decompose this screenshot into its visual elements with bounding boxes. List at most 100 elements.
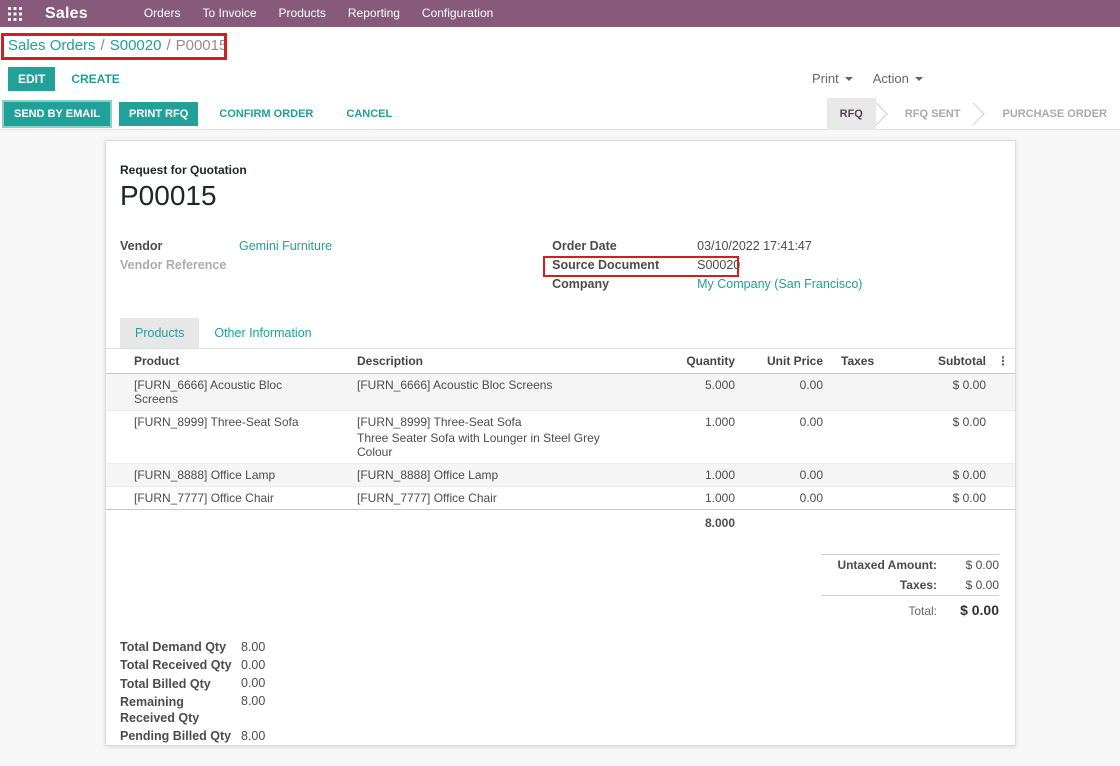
order-date-field: Order Date 03/10/2022 17:41:47 — [552, 239, 999, 258]
print-rfq-button[interactable]: PRINT RFQ — [119, 102, 198, 126]
confirm-order-button[interactable]: CONFIRM ORDER — [207, 102, 325, 126]
document-sheet: Request for Quotation P00015 Vendor Gemi… — [105, 140, 1016, 746]
notebook-tabs: Products Other Information — [106, 318, 1015, 349]
cell-unit-price: 0.00 — [744, 464, 832, 486]
optional-columns-icon[interactable]: ⋮ — [995, 349, 1015, 373]
total-billed-qty-label: Total Billed Qty — [120, 676, 241, 692]
total-received-qty-field: Total Received Qty 0.00 — [120, 657, 426, 673]
table-row[interactable]: [FURN_8888] Office Lamp [FURN_8888] Offi… — [106, 464, 1015, 487]
cell-product: [FURN_8888] Office Lamp — [106, 464, 329, 486]
menu-orders[interactable]: Orders — [133, 0, 192, 27]
company-field: Company My Company (San Francisco) — [552, 277, 999, 296]
company-value[interactable]: My Company (San Francisco) — [697, 277, 862, 291]
remaining-received-qty-value: 8.00 — [241, 694, 265, 709]
stage-rfq-sent[interactable]: RFQ SENT — [892, 98, 974, 130]
caret-down-icon — [915, 77, 923, 81]
header-description: Description — [329, 349, 644, 373]
company-label: Company — [552, 277, 697, 291]
header-product: Product — [106, 349, 329, 373]
cell-product: [FURN_7777] Office Chair — [106, 487, 329, 509]
control-panel: Sales Orders/S00020/P00015 EDIT CREATE P… — [0, 27, 1120, 98]
breadcrumb-sales-orders[interactable]: Sales Orders — [8, 37, 96, 54]
pending-billed-qty-value: 8.00 — [241, 728, 265, 743]
total-demand-qty-value: 8.00 — [241, 639, 265, 654]
stage-arrow-icon — [973, 98, 989, 130]
send-by-email-button[interactable]: SEND BY EMAIL — [4, 102, 110, 126]
cell-unit-price: 0.00 — [744, 487, 832, 509]
totals-block: Untaxed Amount: $ 0.00 Taxes: $ 0.00 Tot… — [821, 554, 999, 621]
table-row[interactable]: [FURN_6666] Acoustic Bloc Screens [FURN_… — [106, 374, 1015, 411]
total-row: Total: $ 0.00 — [821, 595, 999, 621]
breadcrumb-separator: / — [166, 37, 170, 54]
order-date-label: Order Date — [552, 239, 697, 253]
print-menu[interactable]: Print — [812, 71, 853, 86]
cell-description: [FURN_7777] Office Chair — [329, 487, 644, 509]
cell-unit-price: 0.00 — [744, 411, 832, 433]
taxes-label: Taxes: — [900, 578, 937, 592]
tab-other-information[interactable]: Other Information — [199, 318, 326, 348]
cell-description: [FURN_8999] Three-Seat Sofa Three Seater… — [329, 411, 644, 463]
statusbar: SEND BY EMAIL PRINT RFQ CONFIRM ORDER CA… — [0, 98, 1120, 130]
app-name[interactable]: Sales — [45, 5, 88, 23]
print-action-group: Print Action — [812, 71, 923, 86]
menu-to-invoice[interactable]: To Invoice — [192, 0, 268, 27]
cell-product: [FURN_8999] Three-Seat Sofa — [106, 411, 329, 433]
total-billed-qty-field: Total Billed Qty 0.00 — [120, 676, 426, 692]
app-menu: Orders To Invoice Products Reporting Con… — [133, 0, 505, 27]
tab-products[interactable]: Products — [120, 318, 199, 348]
remaining-received-qty-label: Remaining Received Qty — [120, 694, 241, 727]
untaxed-amount-label: Untaxed Amount: — [837, 558, 937, 572]
table-row[interactable]: [FURN_7777] Office Chair [FURN_7777] Off… — [106, 487, 1015, 510]
cell-product: [FURN_6666] Acoustic Bloc Screens — [106, 374, 329, 410]
taxes-value: $ 0.00 — [937, 578, 999, 592]
total-received-qty-label: Total Received Qty — [120, 657, 241, 673]
document-header: Request for Quotation P00015 — [106, 141, 1015, 212]
action-menu[interactable]: Action — [873, 71, 923, 86]
cell-subtotal: $ 0.00 — [890, 374, 995, 396]
pending-billed-qty-label: Pending Billed Qty — [120, 728, 241, 744]
cell-taxes — [832, 411, 890, 419]
cell-quantity: 1.000 — [644, 411, 744, 433]
table-footer-row: 8.000 — [106, 510, 1015, 536]
menu-reporting[interactable]: Reporting — [337, 0, 411, 27]
field-group: Vendor Gemini Furniture Vendor Reference… — [106, 212, 1015, 296]
form-buttons-row: EDIT CREATE Print Action — [0, 62, 1120, 98]
table-header-row: Product Description Quantity Unit Price … — [106, 349, 1015, 374]
summary-fields: Total Demand Qty 8.00 Total Received Qty… — [106, 621, 426, 745]
stage-purchase-order[interactable]: PURCHASE ORDER — [989, 98, 1120, 130]
total-label: Total: — [908, 604, 937, 618]
vendor-label: Vendor — [120, 239, 239, 253]
order-lines-table: Product Description Quantity Unit Price … — [106, 349, 1015, 536]
cancel-button[interactable]: CANCEL — [334, 102, 404, 126]
status-pipeline: RFQ RFQ SENT PURCHASE ORDER — [827, 98, 1120, 130]
header-taxes: Taxes — [832, 349, 890, 373]
cell-quantity: 1.000 — [644, 487, 744, 509]
cell-taxes — [832, 374, 890, 382]
cell-description: [FURN_6666] Acoustic Bloc Screens — [329, 374, 644, 396]
total-value: $ 0.00 — [937, 602, 999, 618]
cell-quantity: 1.000 — [644, 464, 744, 486]
cell-subtotal: $ 0.00 — [890, 464, 995, 486]
create-button[interactable]: CREATE — [59, 67, 131, 91]
stage-rfq[interactable]: RFQ — [827, 98, 876, 130]
source-document-value: S00020 — [697, 258, 740, 272]
top-navbar: Sales Orders To Invoice Products Reporti… — [0, 0, 1120, 27]
apps-menu-icon[interactable] — [0, 0, 30, 27]
cell-description: [FURN_8888] Office Lamp — [329, 464, 644, 486]
vendor-value[interactable]: Gemini Furniture — [239, 239, 332, 253]
vendor-reference-field: Vendor Reference — [120, 258, 552, 277]
header-subtotal: Subtotal — [890, 349, 995, 373]
caret-down-icon — [845, 77, 853, 81]
menu-configuration[interactable]: Configuration — [411, 0, 504, 27]
order-date-value: 03/10/2022 17:41:47 — [697, 239, 812, 253]
field-column-right: Order Date 03/10/2022 17:41:47 Source Do… — [552, 239, 999, 296]
breadcrumb-separator: / — [101, 37, 105, 54]
breadcrumb-s00020[interactable]: S00020 — [110, 37, 162, 54]
menu-products[interactable]: Products — [268, 0, 337, 27]
taxes-row: Taxes: $ 0.00 — [821, 575, 999, 595]
edit-button[interactable]: EDIT — [8, 67, 55, 91]
vendor-field: Vendor Gemini Furniture — [120, 239, 552, 258]
cell-subtotal: $ 0.00 — [890, 411, 995, 433]
total-received-qty-value: 0.00 — [241, 657, 265, 672]
table-row[interactable]: [FURN_8999] Three-Seat Sofa [FURN_8999] … — [106, 411, 1015, 464]
